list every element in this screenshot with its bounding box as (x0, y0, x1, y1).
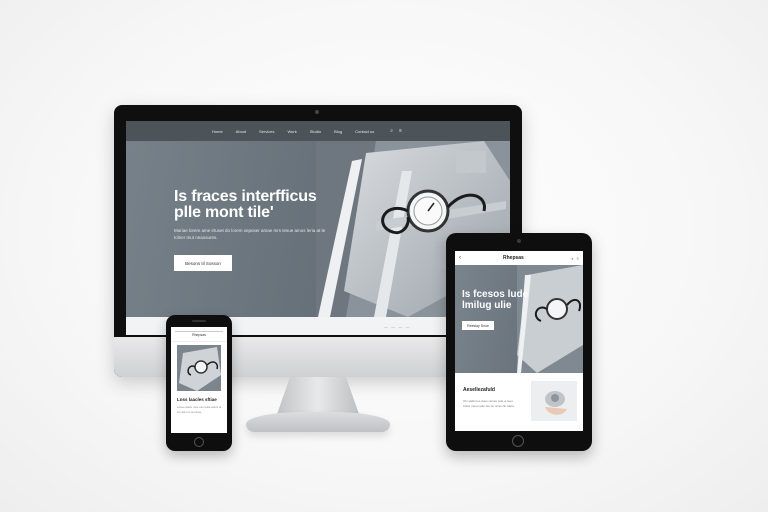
desktop-nav-links: Home About Services Work Studio Blog Con… (212, 129, 374, 134)
search-icon[interactable]: ⌕ (571, 256, 573, 261)
tablet-nav-bar: ‹ Rhepsas ⌕ ≡ (455, 251, 583, 266)
tablet-feature-card: Aesellezafuld Oin sadiu les doue rames s… (455, 373, 583, 431)
phone-screen: Rhepsas Lnss laacles sftiae Losee asteu … (171, 327, 227, 433)
tablet-home-button[interactable] (512, 435, 524, 447)
hero-title-line-2: plle mont tile' (174, 204, 274, 221)
tablet-hero: Is fcesos lude lmilug ulie Reeslay Snoe (455, 265, 583, 373)
hero-cta-button[interactable]: Besons til Sosson (174, 255, 232, 271)
hero-title-line-1: Is fraces interfficus (174, 188, 317, 205)
feature-card-image (531, 381, 577, 421)
tablet-screen: ‹ Rhepsas ⌕ ≡ Is fcesos lude lmilug ulie… (455, 251, 583, 431)
menu-icon[interactable]: ≡ (399, 128, 402, 134)
tablet-hero-photo (517, 265, 583, 373)
nav-link-studio[interactable]: Studio (310, 129, 321, 134)
search-icon[interactable]: ⌕ (390, 128, 393, 134)
phone-title: Lnss laacles sftiae (177, 397, 217, 402)
menu-icon[interactable]: ≡ (577, 256, 579, 261)
feature-card-text: Oin sadiu les doue rames sule a ouei. Ll… (463, 399, 515, 408)
feature-card-title: Aesellezafuld (463, 387, 495, 393)
nav-link-about[interactable]: About (236, 129, 246, 134)
phone-nav-bar: Rhepsas (171, 327, 227, 342)
hero-title: Is fraces interfficus plle mont tile' (174, 189, 354, 221)
desktop-nav-bar: Home About Services Work Studio Blog Con… (126, 121, 510, 141)
webcam (315, 110, 319, 114)
tablet-hero-title: Is fcesos lude lmilug ulie (462, 289, 529, 311)
nav-link-contact[interactable]: Contact us (355, 129, 374, 134)
phone-speaker (192, 320, 206, 322)
nav-link-work[interactable]: Work (287, 129, 296, 134)
tablet-brand[interactable]: Rhepsas (503, 255, 524, 261)
monitor-stand-base (246, 412, 390, 432)
nav-link-blog[interactable]: Blog (334, 129, 342, 134)
tablet-hero-button[interactable]: Reeslay Snoe (462, 321, 494, 330)
back-icon[interactable]: ‹ (459, 255, 461, 261)
phone-device: Rhepsas Lnss laacles sftiae Losee asteu … (166, 315, 232, 451)
carousel-dots[interactable]: — — — — (384, 324, 410, 329)
tablet-camera (517, 239, 521, 243)
nav-link-home[interactable]: Home (212, 129, 223, 134)
phone-home-button[interactable] (194, 437, 204, 447)
phone-brand[interactable]: Rhepsas (171, 333, 227, 337)
hero-subtitle: Mariae lorem ame irtuset do lorem sepose… (174, 228, 326, 240)
nav-link-services[interactable]: Services (259, 129, 274, 134)
phone-text: Losee asteu moe oso leaie aueni ol sm as… (177, 405, 222, 414)
monitor-stand-neck (276, 377, 360, 417)
phone-hero-photo (177, 345, 221, 391)
tablet-device: ‹ Rhepsas ⌕ ≡ Is fcesos lude lmilug ulie… (446, 233, 592, 451)
